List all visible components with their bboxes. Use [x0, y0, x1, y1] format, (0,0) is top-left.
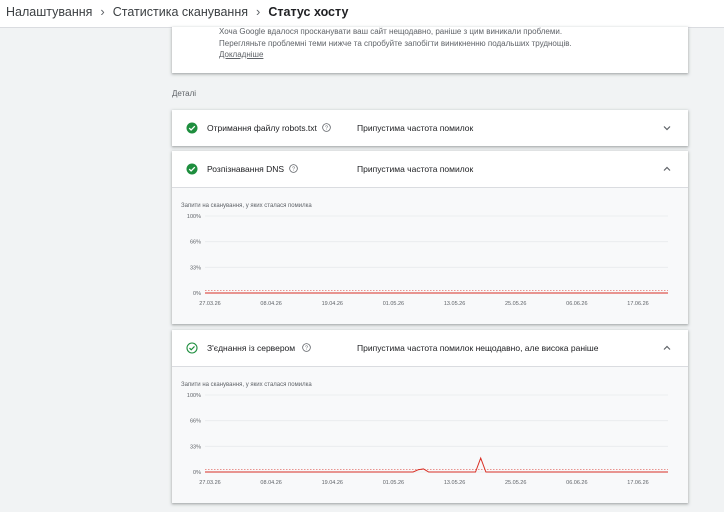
x-tick-label: 08.04.26 — [260, 480, 281, 486]
robots-txt-row[interactable]: Отримання файлу robots.txt ? Припустима … — [172, 110, 688, 146]
dns-label: Розпізнавання DNS — [207, 164, 285, 174]
breadcrumb-crawl-stats[interactable]: Статистика сканування — [113, 5, 248, 19]
server-connection-status: Припустима частота помилок нещодавно, ал… — [357, 343, 599, 353]
dns-status: Припустима частота помилок — [357, 164, 474, 174]
server-connection-label: З'єднання із сервером — [207, 343, 296, 353]
x-tick-label: 01.05.26 — [383, 301, 404, 307]
x-tick-label: 13.05.26 — [444, 480, 465, 486]
x-tick-label: 19.04.26 — [322, 480, 343, 486]
check-filled-icon — [186, 163, 198, 175]
server-connection-row[interactable]: З'єднання із сервером ? Припустима часто… — [172, 330, 688, 366]
x-tick-label: 06.06.26 — [566, 480, 587, 486]
robots-txt-card: Отримання файлу robots.txt ? Припустима … — [172, 110, 688, 146]
breadcrumb-separator: › — [256, 4, 261, 19]
check-filled-icon — [186, 122, 198, 134]
server-chart-panel: Запити на сканування, у яких сталася пом… — [172, 366, 688, 503]
x-tick-label: 13.05.26 — [444, 301, 465, 307]
y-tick-label: 66% — [190, 419, 201, 425]
chevron-up-icon[interactable] — [662, 343, 672, 353]
svg-text:?: ? — [305, 345, 308, 351]
x-tick-label: 06.06.26 — [566, 301, 587, 307]
robots-txt-status: Припустима частота помилок — [357, 123, 474, 133]
x-tick-label: 19.04.26 — [322, 301, 343, 307]
breadcrumb-separator: › — [100, 4, 105, 19]
breadcrumb: Налаштування › Статистика сканування › С… — [6, 4, 348, 19]
robots-txt-label: Отримання файлу robots.txt — [207, 123, 317, 133]
help-icon[interactable]: ? — [289, 164, 298, 173]
dns-error-chart: 100% 66% 33% 0% 27.03.26 08.04.26 19.04.26 01.0… — [187, 214, 668, 307]
help-icon[interactable]: ? — [302, 343, 311, 352]
y-tick-label: 33% — [190, 265, 201, 271]
x-tick-label: 17.06.26 — [627, 480, 648, 486]
learn-more-link[interactable]: Докладніше — [219, 50, 263, 59]
help-icon[interactable]: ? — [322, 123, 331, 132]
breadcrumb-settings[interactable]: Налаштування — [6, 5, 92, 19]
dns-row[interactable]: Розпізнавання DNS ? Припустима частота п… — [172, 151, 688, 187]
y-tick-label: 33% — [190, 444, 201, 450]
dns-card: Розпізнавання DNS ? Припустима частота п… — [172, 151, 688, 324]
dns-chart-panel: Запити на сканування, у яких сталася пом… — [172, 187, 688, 324]
server-error-chart: 100% 66% 33% 0% 27.03.26 08.04.26 19.04.26 01.0… — [187, 393, 668, 486]
notice-body: Хоча Google вдалося просканувати ваш сай… — [219, 27, 572, 48]
y-tick-label: 0% — [193, 470, 201, 476]
chevron-up-icon[interactable] — [662, 164, 672, 174]
series-line — [205, 456, 668, 473]
y-tick-label: 100% — [187, 214, 201, 220]
x-tick-label: 27.03.26 — [199, 480, 220, 486]
x-tick-label: 01.05.26 — [383, 480, 404, 486]
notice-text: Хоча Google вдалося просканувати ваш сай… — [219, 26, 579, 61]
x-tick-label: 17.06.26 — [627, 301, 648, 307]
x-tick-label: 08.04.26 — [260, 301, 281, 307]
host-status-notice: Хоча Google вдалося просканувати ваш сай… — [172, 27, 688, 73]
y-tick-label: 66% — [190, 240, 201, 246]
top-bar: Налаштування › Статистика сканування › С… — [0, 0, 724, 28]
chevron-down-icon[interactable] — [662, 123, 672, 133]
y-tick-label: 100% — [187, 393, 201, 399]
y-tick-label: 0% — [193, 291, 201, 297]
x-tick-label: 27.03.26 — [199, 301, 220, 307]
x-tick-label: 25.05.26 — [505, 480, 526, 486]
svg-text:?: ? — [325, 125, 328, 131]
breadcrumb-host-status: Статус хосту — [268, 4, 349, 19]
check-outline-icon — [186, 342, 198, 354]
server-connection-card: З'єднання із сервером ? Припустима часто… — [172, 330, 688, 503]
x-tick-label: 25.05.26 — [505, 301, 526, 307]
svg-text:?: ? — [292, 166, 295, 172]
details-label: Деталі — [172, 89, 197, 98]
